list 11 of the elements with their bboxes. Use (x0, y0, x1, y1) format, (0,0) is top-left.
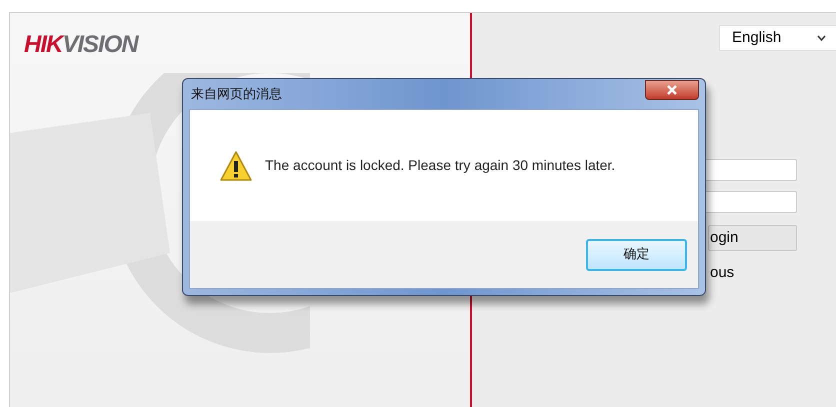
logo: HIKVISION (24, 30, 138, 60)
option-label: ous (710, 263, 734, 283)
dialog-title: 来自网页的消息 (190, 85, 282, 104)
dialog-message: The account is locked. Please try again 30 minutes later. (265, 156, 616, 175)
ok-button[interactable]: 确定 (586, 238, 687, 270)
login-button[interactable]: ogin (708, 225, 797, 251)
close-icon (666, 85, 678, 95)
close-button[interactable] (645, 80, 699, 100)
language-select[interactable]: English (719, 25, 836, 51)
warning-icon (219, 150, 253, 182)
caret-icon (817, 35, 826, 41)
